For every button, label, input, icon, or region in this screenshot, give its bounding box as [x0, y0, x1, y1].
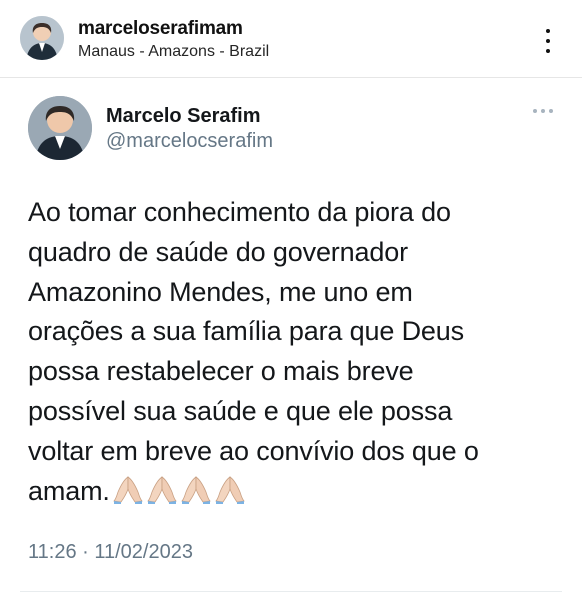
praying-hands-icon	[146, 474, 178, 504]
tweet-author-avatar[interactable]	[28, 96, 92, 160]
tweet-text-line: orações a sua família para que Deus	[28, 316, 465, 347]
post-location[interactable]: Manaus - Amazons - Brazil	[78, 43, 269, 61]
tweet-text-line: Ao tomar conhecimento da piora do	[28, 197, 451, 227]
praying-hands-emoji-row	[112, 474, 246, 504]
tweet-more-button[interactable]	[532, 105, 554, 117]
instagram-username[interactable]: marceloserafimam	[78, 18, 243, 40]
praying-hands-icon	[180, 474, 212, 504]
instagram-post-header: marceloserafimam Manaus - Amazons - Braz…	[0, 0, 582, 78]
horizontal-ellipsis-icon-dot	[533, 109, 537, 113]
tweet-text-last-line: amam.	[28, 472, 564, 512]
person-avatar-icon	[20, 16, 64, 60]
tweet-text-line: voltar em breve ao convívio dos que o	[28, 435, 479, 466]
person-avatar-icon	[28, 96, 92, 160]
vertical-ellipsis-icon-dot	[546, 29, 550, 33]
tweet-text-line: possa restabelecer o mais breve	[28, 356, 414, 387]
tweet-text-line: Amazonino Mendes, me uno em	[28, 276, 413, 307]
tweet-author-handle[interactable]: @marcelocserafim	[106, 130, 273, 153]
praying-hands-icon	[112, 474, 144, 504]
vertical-ellipsis-icon-dot	[546, 49, 550, 53]
tweet-text-line: possível sua saúde e que ele possa	[28, 395, 453, 426]
tweet-timestamp[interactable]: 11:26 · 11/02/2023	[28, 541, 193, 564]
horizontal-ellipsis-icon-dot	[541, 109, 545, 113]
vertical-ellipsis-icon-dot	[546, 39, 550, 43]
more-options-button[interactable]	[536, 24, 560, 58]
praying-hands-icon	[214, 474, 246, 504]
tweet-author-name[interactable]: Marcelo Serafim	[106, 105, 261, 128]
tweet-text-line: quadro de saúde do governador	[28, 236, 408, 267]
tweet-body: Ao tomar conhecimento da piora do quadro…	[28, 193, 564, 511]
tweet-text-line: amam.	[28, 475, 110, 506]
instagram-avatar[interactable]	[20, 16, 64, 60]
tweet-card: Marcelo Serafim @marcelocserafim Ao toma…	[0, 79, 582, 600]
divider	[20, 591, 562, 592]
horizontal-ellipsis-icon-dot	[549, 109, 553, 113]
